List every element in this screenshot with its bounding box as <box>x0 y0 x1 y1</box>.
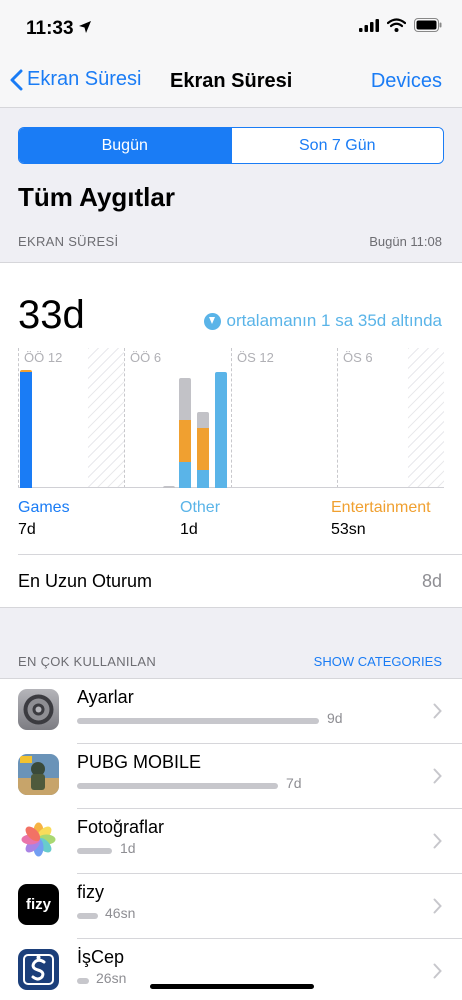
app-name: Fotoğraflar <box>77 817 165 837</box>
chart-tick-label: ÖÖ 12 <box>24 350 66 365</box>
chart-hatch-area <box>88 348 124 488</box>
pubg-icon <box>18 754 59 795</box>
usage-bar <box>77 783 278 789</box>
category-value: 53sn <box>331 521 366 538</box>
chart-bar <box>163 486 175 488</box>
category-value: 1d <box>180 521 198 538</box>
category-legend: Games 7d Other 1d Entertainment 53sn <box>18 499 444 545</box>
chart-bar <box>197 411 209 488</box>
usage-time: 46sn <box>105 905 136 921</box>
total-screen-time: 33d <box>18 293 85 337</box>
chart-gridline <box>231 348 232 488</box>
chart-bar-segment <box>197 411 209 428</box>
chevron-right-icon <box>433 833 442 849</box>
iscep-icon <box>18 949 59 990</box>
status-time: 11:33 <box>26 18 74 39</box>
photos-icon <box>18 819 59 860</box>
screen-time-section-label: EKRAN SÜRESİ <box>18 234 119 249</box>
app-row-ayarlar[interactable]: Ayarlar 9d <box>0 679 462 744</box>
usage-bar <box>77 913 98 919</box>
app-name: fizy <box>77 882 104 902</box>
usage-time: 7d <box>286 775 302 791</box>
app-name: Ayarlar <box>77 687 134 707</box>
segment-today[interactable]: Bugün <box>19 128 231 163</box>
navigation-bar: Ekran Süresi Ekran Süresi Devices <box>0 56 462 108</box>
chevron-right-icon <box>433 703 442 719</box>
page-title: Ekran Süresi <box>170 70 293 92</box>
app-row-pubg-mobile[interactable]: PUBG MOBILE 7d <box>0 744 462 809</box>
usage-bar <box>77 978 89 984</box>
longest-session-label: En Uzun Oturum <box>18 571 153 591</box>
chart-bar-segment <box>197 469 209 488</box>
category-value: 7d <box>18 521 36 538</box>
chart-bar <box>179 377 191 488</box>
chevron-right-icon <box>433 768 442 784</box>
devices-button[interactable]: Devices <box>371 70 442 93</box>
category-entertainment: Entertainment 53sn <box>331 499 431 539</box>
battery-icon <box>414 18 442 32</box>
screen-time-card: 33d ortalamanın 1 sa 35d altında ÖÖ 12 Ö… <box>0 262 462 608</box>
most-used-apps-list: Ayarlar 9d PUBG MOBILE 7d Fotoğraflar 1d… <box>0 678 462 1000</box>
category-name: Entertainment <box>331 499 431 516</box>
down-arrow-icon <box>203 312 221 330</box>
usage-time: 9d <box>327 710 343 726</box>
chart-bar-segment <box>197 427 209 470</box>
average-comparison-text: ortalamanın 1 sa 35d altında <box>226 311 442 330</box>
back-button[interactable]: Ekran Süresi <box>10 68 142 91</box>
status-icons <box>359 18 442 32</box>
status-bar: 11:33 <box>0 0 462 56</box>
chart-bar-segment <box>215 371 227 488</box>
chart-bar <box>215 371 227 488</box>
cellular-signal-icon <box>359 18 379 32</box>
chart-gridline <box>337 348 338 488</box>
category-games: Games 7d <box>18 499 70 539</box>
show-categories-button[interactable]: SHOW CATEGORIES <box>314 654 442 669</box>
usage-time: 1d <box>120 840 136 856</box>
settings-icon <box>18 689 59 730</box>
chart-bar-segment <box>179 461 191 488</box>
chart-baseline <box>18 487 444 488</box>
category-other: Other 1d <box>180 499 220 539</box>
chart-gridline <box>124 348 125 488</box>
average-comparison: ortalamanın 1 sa 35d altında <box>203 311 442 331</box>
category-name: Games <box>18 499 70 516</box>
app-row-fizy[interactable]: fizy fizy 46sn <box>0 874 462 939</box>
home-indicator <box>150 984 314 989</box>
chevron-right-icon <box>433 963 442 979</box>
app-name: İşCep <box>77 947 125 967</box>
divider <box>18 554 462 555</box>
usage-bar <box>77 848 112 854</box>
chevron-right-icon <box>433 898 442 914</box>
back-button-label: Ekran Süresi <box>27 68 142 90</box>
chart-bar-segment <box>179 377 191 420</box>
app-row-fotograflar[interactable]: Fotoğraflar 1d <box>0 809 462 874</box>
usage-bar <box>77 718 319 724</box>
app-name: PUBG MOBILE <box>77 752 202 772</box>
chart-tick-label: ÖS 6 <box>343 350 376 365</box>
wifi-icon <box>387 18 406 32</box>
segment-last-7-days[interactable]: Son 7 Gün <box>230 128 443 163</box>
hourly-usage-chart: ÖÖ 12 ÖÖ 6 ÖS 12 ÖS 6 <box>18 348 444 488</box>
device-title: Tüm Aygıtlar <box>18 182 175 212</box>
chart-bar-segment <box>179 419 191 462</box>
location-arrow-icon <box>79 21 91 33</box>
updated-timestamp: Bugün 11:08 <box>369 234 442 249</box>
longest-session-value: 8d <box>421 571 442 591</box>
category-name: Other <box>180 499 221 516</box>
most-used-section-label: EN ÇOK KULLANILAN <box>18 654 157 669</box>
fizy-icon: fizy <box>18 884 59 925</box>
chart-hatch-area <box>408 348 444 488</box>
fizy-icon-lettering: fizy <box>25 896 51 913</box>
chart-tick-label: ÖÖ 6 <box>130 350 165 365</box>
usage-time: 26sn <box>96 970 127 986</box>
chart-bar-segment <box>163 486 175 488</box>
chevron-left-icon <box>10 69 23 90</box>
chart-tick-label: ÖS 12 <box>237 350 277 365</box>
app-row-iscep[interactable]: İşCep 26sn <box>0 939 462 1000</box>
chart-gridline <box>18 348 19 488</box>
period-segmented-control: Bugün Son 7 Gün <box>18 127 444 164</box>
chart-bar-segment <box>20 371 32 488</box>
chart-bar <box>20 369 32 488</box>
